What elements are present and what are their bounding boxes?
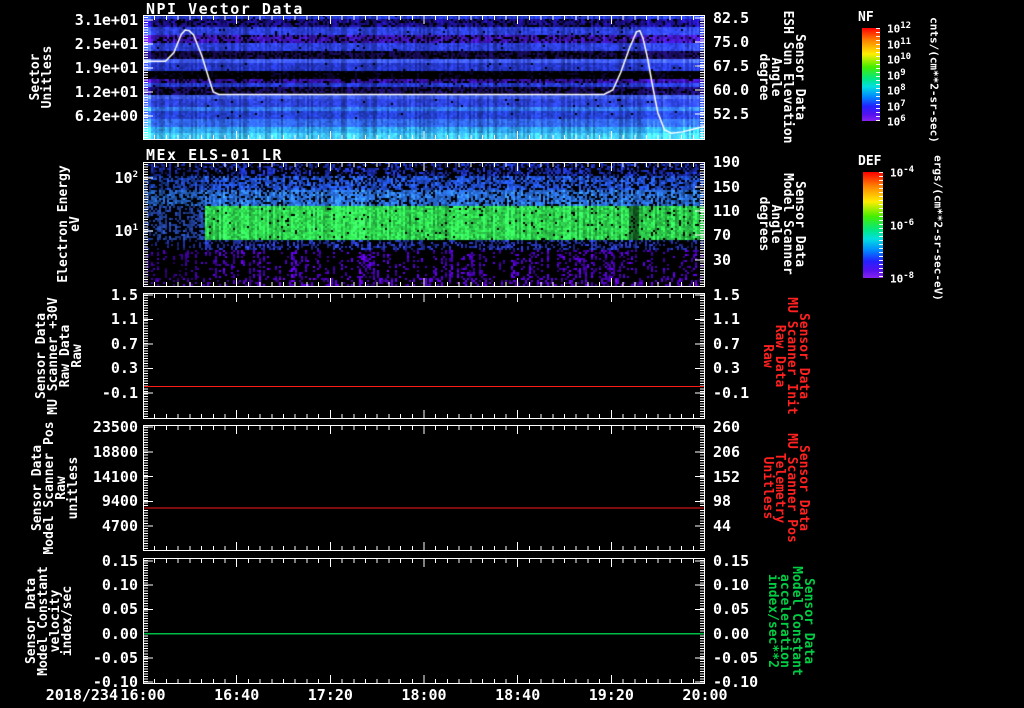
- panel-2-axes: [143, 162, 705, 287]
- colorbar-tick-label: 1012: [887, 21, 912, 36]
- y-tick-label: 101: [114, 222, 138, 240]
- colorbar-tick-label: 10-6: [890, 218, 915, 233]
- right-y-tick-label: 30: [713, 251, 732, 269]
- colorbar-nf-units: cnts/(cm**2-sr-sec): [927, 17, 941, 143]
- y-tick-label: 18800: [92, 442, 138, 461]
- right-y-tick-label: 1.5: [713, 286, 741, 305]
- time-tick-label: 16:40: [214, 686, 260, 704]
- right-y-tick-label: 70: [713, 226, 732, 244]
- colorbar-tick-label: 107: [887, 98, 906, 114]
- p1-right-axis-title: Sensor Data ESH Sun Elevation Angle degr…: [756, 10, 807, 143]
- right-y-tick-label: 44: [713, 517, 732, 536]
- right-y-tick-label: 60.0: [713, 81, 750, 99]
- y-tick-label: 102: [114, 169, 138, 187]
- colorbar-def-units: ergs/(cm**2-sr-sec-eV): [931, 155, 945, 301]
- colorbar-nf-label: NF: [858, 10, 874, 25]
- colorbar-tick-label: 10-4: [890, 165, 915, 180]
- science-plot-screen: NPI Vector Data MEx ELS-01 LR Sector Uni…: [0, 0, 1024, 708]
- y-tick-label: 0.05: [101, 600, 138, 619]
- colorbar-nf: [862, 28, 880, 121]
- right-y-tick-label: 0.3: [713, 359, 741, 378]
- time-tick-label: 17:20: [307, 686, 353, 704]
- right-y-tick-label: 82.5: [713, 9, 750, 27]
- right-y-tick-label: 260: [713, 418, 741, 437]
- right-y-tick-label: -0.05: [713, 648, 759, 667]
- right-y-tick-label: 190: [713, 153, 741, 171]
- time-tick-label: 18:40: [495, 686, 541, 704]
- right-y-tick-label: 75.0: [713, 33, 750, 51]
- time-tick-label: 16:00: [120, 686, 166, 704]
- y-tick-label: 23500: [92, 418, 138, 437]
- colorbar-tick-label: 109: [887, 67, 906, 83]
- time-tick-label: 18:00: [401, 686, 447, 704]
- colorbar-tick-label: 1010: [887, 52, 912, 67]
- colorbar-def-label: DEF: [858, 154, 882, 169]
- colorbar-def: [863, 172, 883, 278]
- panel-5-axes: [143, 558, 705, 684]
- right-y-tick-label: 0.7: [713, 334, 741, 353]
- y-tick-label: 6.2e+00: [74, 107, 138, 125]
- right-y-tick-label: 206: [713, 442, 741, 461]
- right-y-tick-label: 67.5: [713, 57, 750, 75]
- y-tick-label: 4700: [101, 517, 138, 536]
- right-y-tick-label: -0.1: [713, 383, 750, 402]
- y-tick-label: -0.1: [101, 383, 138, 402]
- colorbar-tick-label: 10-8: [890, 271, 915, 286]
- right-y-tick-label: 0.15: [713, 552, 750, 571]
- y-tick-label: 0.10: [101, 576, 138, 595]
- y-tick-label: 1.2e+01: [74, 83, 138, 101]
- right-y-tick-label: 0.10: [713, 576, 750, 595]
- time-tick-label: 19:20: [588, 686, 634, 704]
- right-y-tick-label: 1.1: [713, 310, 741, 329]
- right-y-tick-label: 52.5: [713, 105, 750, 123]
- axis-title-line: index/sec: [60, 585, 75, 657]
- panel-3-axes: [143, 293, 705, 419]
- y-tick-label: 9400: [101, 492, 138, 511]
- y-tick-label: 0.7: [110, 334, 138, 353]
- colorbar-tick-label: 108: [887, 83, 906, 98]
- y-tick-label: 0.15: [101, 552, 138, 571]
- colorbar-tick-label: 1011: [887, 36, 912, 52]
- y-tick-label: 1.9e+01: [74, 59, 138, 77]
- right-y-tick-label: 152: [713, 467, 741, 486]
- right-y-tick-label: 0.00: [713, 624, 750, 643]
- y-tick-label: 14100: [92, 467, 138, 486]
- right-y-tick-label: 150: [713, 178, 741, 196]
- colorbar-tick-label: 106: [887, 114, 906, 129]
- panel-4-axes: [143, 425, 705, 551]
- time-tick-label: 20:00: [682, 686, 728, 704]
- y-tick-label: 2.5e+01: [74, 35, 138, 53]
- right-y-tick-label: 110: [713, 202, 741, 220]
- y-tick-label: 1.1: [110, 310, 138, 329]
- right-y-tick-label: 0.05: [713, 600, 750, 619]
- right-y-tick-label: 98: [713, 492, 732, 511]
- y-tick-label: 0.00: [101, 624, 138, 643]
- panel-1-axes: [143, 15, 705, 140]
- y-tick-label: 3.1e+01: [74, 11, 138, 29]
- y-tick-label: -0.05: [92, 648, 138, 667]
- y-tick-label: 1.5: [110, 286, 138, 305]
- y-tick-label: 0.3: [110, 359, 138, 378]
